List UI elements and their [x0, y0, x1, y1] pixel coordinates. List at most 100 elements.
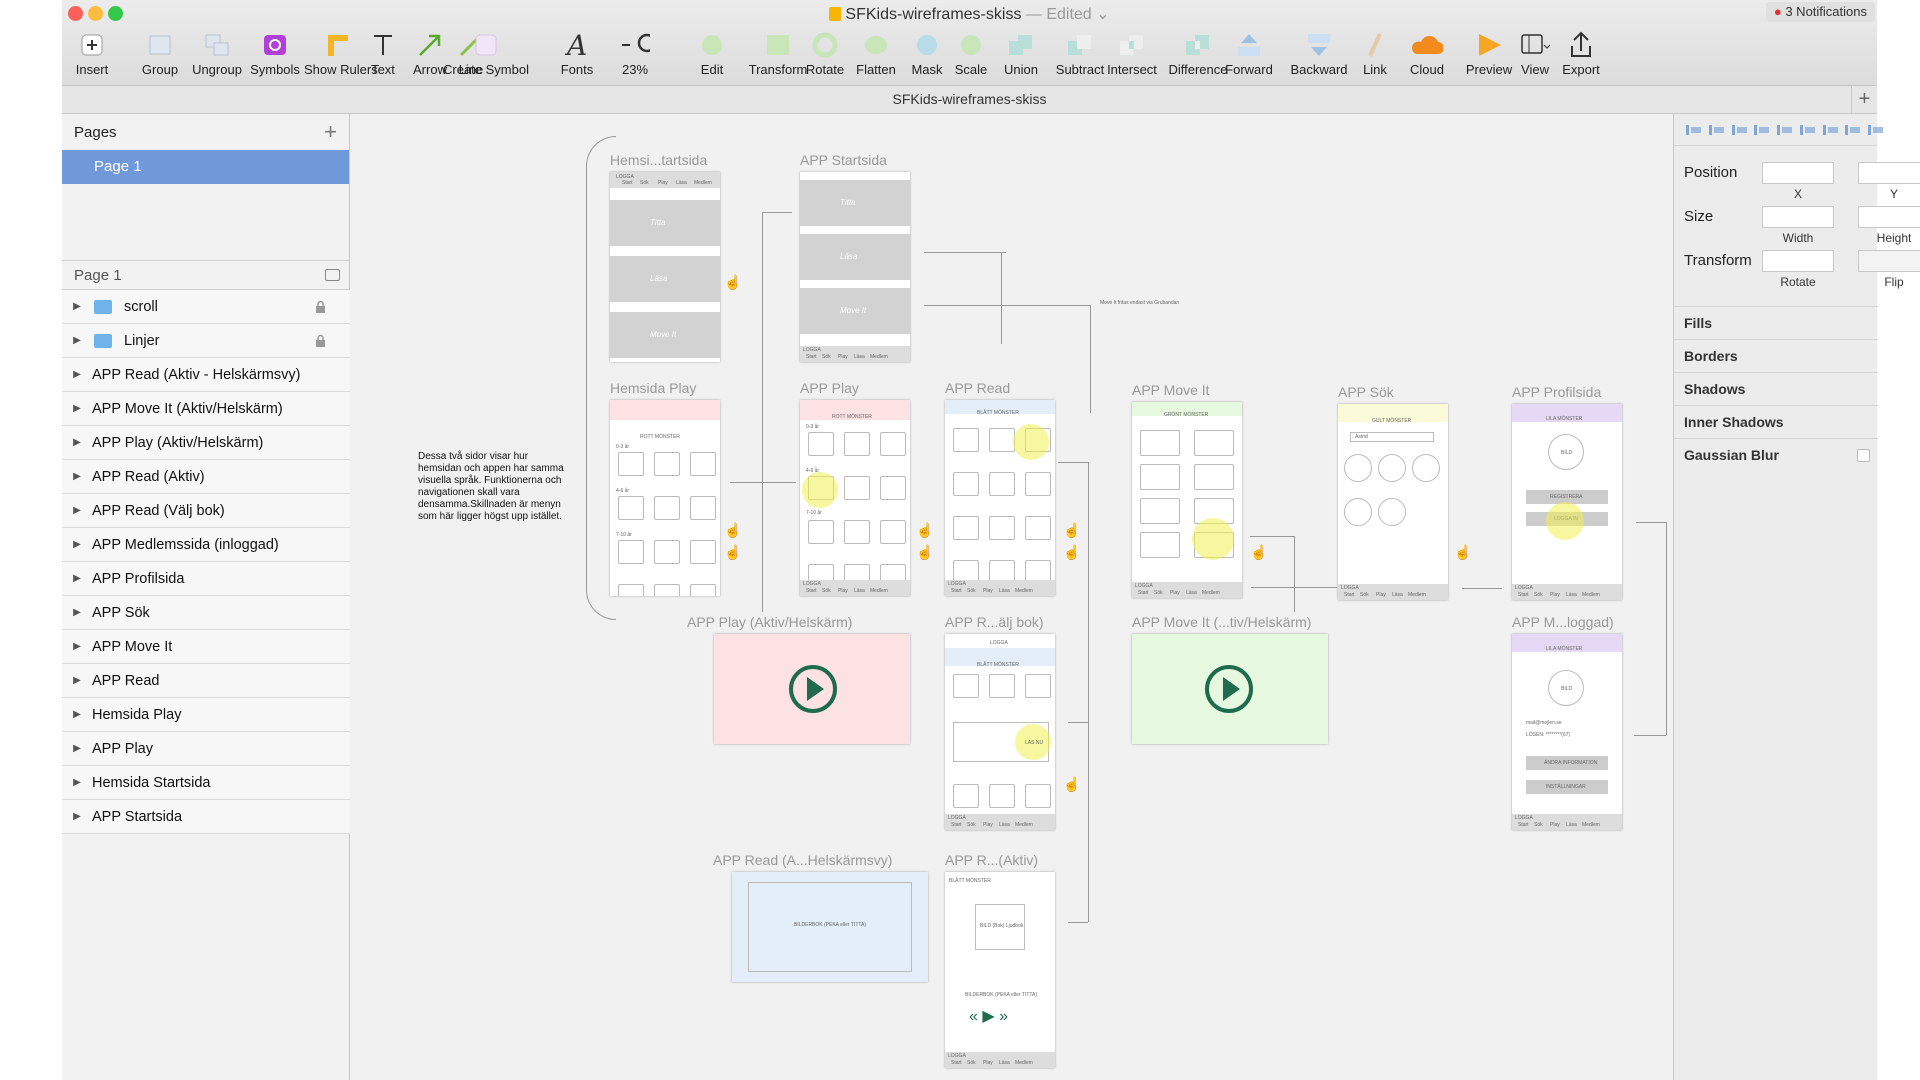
zoom-control[interactable]: 23% — [620, 30, 650, 77]
forward-button[interactable]: Forward — [1222, 30, 1276, 77]
rotate-input[interactable] — [1762, 250, 1834, 272]
position-x-input[interactable] — [1762, 162, 1834, 184]
disclosure-triangle-icon[interactable]: ▶ — [62, 675, 92, 686]
artboard-label[interactable]: APP Profilsida — [1512, 384, 1601, 400]
lock-icon[interactable] — [315, 334, 326, 347]
artboard[interactable]: BILDERBOK (PEKA eller TITTA) — [732, 872, 928, 982]
layer-row[interactable]: ▶ APP Read (Aktiv - Helskärmsvy) — [62, 358, 350, 392]
disclosure-triangle-icon[interactable]: ▶ — [62, 505, 92, 516]
page-list-item[interactable]: Page 1 — [62, 150, 349, 184]
fills-section[interactable]: Fills — [1674, 306, 1878, 339]
backward-button[interactable]: Backward — [1287, 30, 1351, 77]
artboard[interactable]: BLÅTT MÖNSTER BILD (Bok) Ljudbok BILDERBOK… — [945, 872, 1055, 1068]
layer-row[interactable]: ▶ Linjer — [62, 324, 350, 358]
disclosure-triangle-icon[interactable]: ▶ — [62, 811, 92, 822]
disclosure-triangle-icon[interactable]: ▶ — [62, 641, 92, 652]
disclosure-triangle-icon[interactable]: ▶ — [62, 437, 92, 448]
symbols-button[interactable]: Symbols — [249, 30, 301, 77]
gaussian-blur-section[interactable]: Gaussian Blur — [1674, 438, 1878, 471]
artboard-label[interactable]: APP Sök — [1338, 384, 1394, 400]
disclosure-triangle-icon[interactable]: ▶ — [62, 743, 92, 754]
layer-row[interactable]: ▶ Hemsida Play — [62, 698, 350, 732]
artboard[interactable]: ROTT MÖNSTER 0-3 år 4-6 år 7-10 år — [610, 400, 720, 596]
lock-icon[interactable] — [315, 300, 326, 313]
disclosure-triangle-icon[interactable]: ▶ — [62, 607, 92, 618]
view-button[interactable]: View — [1517, 30, 1553, 77]
shadows-section[interactable]: Shadows — [1674, 372, 1878, 405]
artboard[interactable] — [714, 634, 910, 744]
add-page-icon[interactable]: + — [324, 119, 337, 145]
play-icon[interactable] — [788, 664, 838, 714]
text-button[interactable]: Text — [367, 30, 399, 77]
disclosure-triangle-icon[interactable]: ▶ — [62, 777, 92, 788]
artboard-label[interactable]: Hemsi...tartsida — [610, 152, 707, 168]
artboard-label[interactable]: APP Startsida — [800, 152, 887, 168]
align-icon[interactable] — [1822, 123, 1838, 137]
artboard-label[interactable]: APP R...älj bok) — [945, 614, 1044, 630]
ungroup-button[interactable]: Ungroup — [189, 30, 245, 77]
artboard-label[interactable]: Hemsida Play — [610, 380, 696, 396]
edit-button[interactable]: Edit — [696, 30, 728, 77]
fonts-button[interactable]: A Fonts — [557, 30, 597, 77]
align-icon[interactable] — [1754, 123, 1770, 137]
flatten-button[interactable]: Flatten — [853, 30, 899, 77]
artboard-label[interactable]: APP Move It (...tiv/Helskärm) — [1132, 614, 1311, 630]
width-input[interactable] — [1762, 206, 1834, 228]
mask-button[interactable]: Mask — [909, 30, 945, 77]
disclosure-triangle-icon[interactable]: ▶ — [62, 403, 92, 414]
subtract-button[interactable]: Subtract — [1055, 30, 1105, 77]
play-icon[interactable] — [1204, 664, 1254, 714]
layer-row[interactable]: ▶ APP Medlemssida (inloggad) — [62, 528, 350, 562]
export-button[interactable]: Export — [1561, 30, 1601, 77]
layer-row[interactable]: ▶ APP Startsida — [62, 800, 350, 834]
cloud-button[interactable]: Cloud — [1406, 30, 1448, 77]
notifications-badge[interactable]: ● 3 Notifications — [1765, 2, 1875, 22]
align-icon[interactable] — [1731, 123, 1747, 137]
align-icon[interactable] — [1708, 123, 1724, 137]
flip-buttons[interactable] — [1858, 250, 1920, 272]
group-button[interactable]: Group — [140, 30, 180, 77]
layer-row[interactable]: ▶ scroll — [62, 290, 350, 324]
artboard[interactable]: LOGGA Start Sök Play Läsa Medlem Titta Läsa Move… — [610, 172, 720, 362]
align-icon[interactable] — [1845, 123, 1861, 137]
artboard[interactable] — [1132, 634, 1328, 744]
disclosure-triangle-icon[interactable]: ▶ — [62, 471, 92, 482]
artboard-label[interactable]: APP Read — [945, 380, 1010, 396]
player-controls[interactable]: « ▶ » — [969, 1006, 1035, 1028]
layer-row[interactable]: ▶ APP Read (Välj bok) — [62, 494, 350, 528]
link-button[interactable]: Link — [1360, 30, 1390, 77]
align-icon[interactable] — [1868, 123, 1884, 137]
scale-button[interactable]: Scale — [951, 30, 991, 77]
new-tab-button[interactable]: + — [1851, 86, 1877, 113]
preview-button[interactable]: Preview — [1464, 30, 1514, 77]
disclosure-triangle-icon[interactable]: ▶ — [62, 301, 92, 312]
layer-row[interactable]: ▶ APP Read (Aktiv) — [62, 460, 350, 494]
artboard[interactable]: GULT MÖNSTER Astrid LOGGA Start Sök Play Läsa M… — [1338, 404, 1448, 600]
collapse-layers-icon[interactable] — [325, 269, 340, 281]
layer-row[interactable]: ▶ APP Sök — [62, 596, 350, 630]
show-rulers-button[interactable]: Show Rulers — [304, 30, 378, 77]
disclosure-triangle-icon[interactable]: ▶ — [62, 335, 92, 346]
layer-row[interactable]: ▶ APP Move It (Aktiv/Helskärm) — [62, 392, 350, 426]
artboard-label[interactable]: APP Read (A...Helskärmsvy) — [713, 852, 892, 868]
inner-shadows-section[interactable]: Inner Shadows — [1674, 405, 1878, 438]
align-icon[interactable] — [1777, 123, 1793, 137]
document-tab[interactable]: SFKids-wireframes-skiss — [892, 91, 1046, 107]
artboard-label[interactable]: APP Play (Aktiv/Helskärm) — [687, 614, 852, 630]
rotate-button[interactable]: Rotate — [801, 30, 849, 77]
align-icon[interactable] — [1799, 123, 1815, 137]
layer-row[interactable]: ▶ APP Play (Aktiv/Helskärm) — [62, 426, 350, 460]
height-input[interactable] — [1858, 206, 1920, 228]
disclosure-triangle-icon[interactable]: ▶ — [62, 573, 92, 584]
insert-button[interactable]: Insert — [72, 30, 112, 77]
layer-row[interactable]: ▶ APP Profilsida — [62, 562, 350, 596]
union-button[interactable]: Union — [1001, 30, 1041, 77]
artboard[interactable]: LOGGA BLÅTT MÖNSTER LÄS NU LOGGA Start Sök Pla… — [945, 634, 1055, 830]
artboard[interactable]: LILA MÖNSTER BILD mail@mejlen.se LÖSEN: ***… — [1512, 634, 1622, 830]
borders-section[interactable]: Borders — [1674, 339, 1878, 372]
artboard-label[interactable]: APP R...(Aktiv) — [945, 852, 1038, 868]
position-y-input[interactable] — [1858, 162, 1920, 184]
create-symbol-button[interactable]: Create Symbol — [438, 30, 534, 77]
artboard[interactable]: BLÅTT MÖNSTER LOGGA Start Sök Play Läsa Medlem — [945, 400, 1055, 596]
layer-row[interactable]: ▶ Hemsida Startsida — [62, 766, 350, 800]
